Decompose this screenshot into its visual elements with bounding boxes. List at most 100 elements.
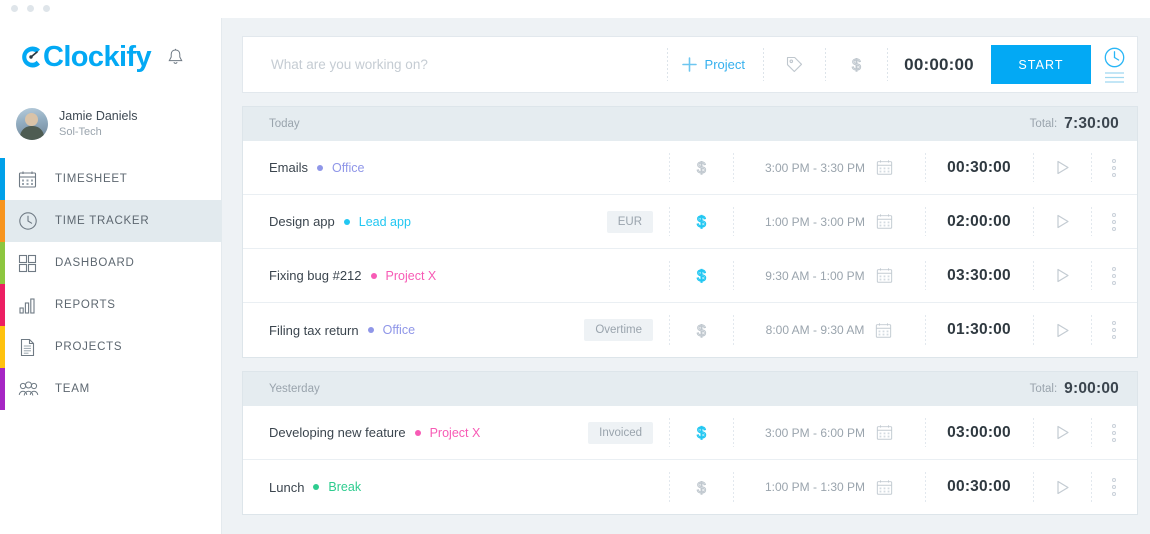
entry-tag-cell[interactable]: EUR — [607, 195, 669, 248]
entry-tag-badge: Overtime — [584, 319, 653, 341]
clock-mode-icon[interactable] — [1103, 46, 1126, 69]
search-input[interactable] — [271, 57, 667, 72]
dollar-icon: $ — [693, 265, 710, 286]
calendar-icon[interactable] — [876, 159, 893, 176]
bell-icon[interactable] — [167, 48, 184, 67]
kebab-menu-icon — [1112, 492, 1116, 496]
entry-duration[interactable]: 00:30:00 — [925, 141, 1033, 194]
clockify-logo[interactable]: Clockify — [18, 43, 151, 72]
entry-time-range-cell[interactable]: 1:00 PM - 1:30 PM — [733, 460, 925, 514]
entry-tag-cell[interactable] — [653, 141, 669, 194]
entry-description-cell[interactable]: Filing tax return Office — [243, 303, 584, 357]
kebab-menu-icon — [1112, 267, 1116, 271]
table-row[interactable]: Lunch Break $ 1:00 PM - 1:30 PM — [243, 460, 1137, 514]
task-description-field[interactable] — [243, 37, 667, 92]
sidebar-item-timesheet[interactable]: TIMESHEET — [0, 158, 222, 200]
entry-menu-button[interactable] — [1091, 141, 1137, 194]
entry-menu-button[interactable] — [1091, 249, 1137, 302]
calendar-icon[interactable] — [876, 213, 893, 230]
sidebar-item-projects[interactable]: PROJECTS — [0, 326, 222, 368]
timer-duration: 00:00:00 — [887, 37, 991, 92]
entry-tag-cell[interactable] — [653, 460, 669, 514]
entry-billable-toggle[interactable]: $ — [669, 195, 733, 248]
entry-duration[interactable]: 00:30:00 — [925, 460, 1033, 514]
entry-play-button[interactable] — [1033, 303, 1091, 357]
entry-tag-cell[interactable] — [653, 249, 669, 302]
entry-billable-toggle[interactable]: $ — [669, 249, 733, 302]
entry-billable-toggle[interactable]: $ — [669, 303, 733, 357]
window-dot[interactable] — [11, 5, 18, 12]
entry-duration[interactable]: 03:00:00 — [925, 406, 1033, 459]
entry-description-cell[interactable]: Design app Lead app — [243, 195, 607, 248]
entry-play-button[interactable] — [1033, 141, 1091, 194]
view-mode-switcher[interactable] — [1091, 37, 1137, 92]
entry-description-cell[interactable]: Lunch Break — [243, 460, 653, 514]
window-dot[interactable] — [43, 5, 50, 12]
entry-description-cell[interactable]: Emails Office — [243, 141, 653, 194]
clockify-wordmark: Clockify — [43, 43, 151, 72]
sidebar-item-reports[interactable]: REPORTS — [0, 284, 222, 326]
add-tag-button[interactable] — [763, 37, 825, 92]
kebab-menu-icon — [1112, 321, 1116, 325]
sidebar-item-team[interactable]: TEAM — [0, 368, 222, 410]
dollar-icon: $ — [693, 422, 710, 443]
entry-duration[interactable]: 03:30:00 — [925, 249, 1033, 302]
window-dot[interactable] — [27, 5, 34, 12]
entry-time-range-cell[interactable]: 3:00 PM - 3:30 PM — [733, 141, 925, 194]
entry-menu-button[interactable] — [1091, 303, 1137, 357]
calendar-icon[interactable] — [875, 322, 892, 339]
sidebar-item-label: TEAM — [55, 383, 90, 395]
entry-play-button[interactable] — [1033, 460, 1091, 514]
entry-billable-toggle[interactable]: $ — [669, 460, 733, 514]
sidebar-item-dashboard[interactable]: DASHBOARD — [0, 242, 222, 284]
entry-time-range-cell[interactable]: 8:00 AM - 9:30 AM — [733, 303, 925, 357]
entry-menu-button[interactable] — [1091, 406, 1137, 459]
entry-duration[interactable]: 01:30:00 — [925, 303, 1033, 357]
entry-duration[interactable]: 02:00:00 — [925, 195, 1033, 248]
day-header: Yesterday Total: 9:00:00 — [242, 371, 1138, 406]
entry-play-button[interactable] — [1033, 195, 1091, 248]
entry-billable-toggle[interactable]: $ — [669, 406, 733, 459]
grid-icon — [18, 254, 44, 273]
calendar-icon[interactable] — [876, 479, 893, 496]
entry-description-cell[interactable]: Fixing bug #212 Project X — [243, 249, 653, 302]
entry-time-range: 3:00 PM - 6:00 PM — [765, 426, 865, 440]
entry-tag-cell[interactable]: Overtime — [584, 303, 669, 357]
add-project-button[interactable]: Project — [667, 37, 763, 92]
list-mode-icon[interactable] — [1103, 71, 1126, 84]
table-row[interactable]: Developing new feature Project X Invoice… — [243, 406, 1137, 460]
entry-menu-button[interactable] — [1091, 195, 1137, 248]
day-header: Today Total: 7:30:00 — [242, 106, 1138, 141]
entry-description-cell[interactable]: Developing new feature Project X — [243, 406, 588, 459]
billable-toggle[interactable]: $ — [825, 37, 887, 92]
brand-row: Clockify — [0, 18, 222, 96]
entry-time-range-cell[interactable]: 1:00 PM - 3:00 PM — [733, 195, 925, 248]
tag-icon — [785, 55, 804, 74]
entry-tag-cell[interactable]: Invoiced — [588, 406, 669, 459]
sidebar: Clockify Jamie Daniels Sol-Tech — [0, 18, 222, 534]
entry-menu-button[interactable] — [1091, 460, 1137, 514]
entry-tag-badge: EUR — [607, 211, 653, 233]
clockify-mark-icon — [18, 44, 44, 70]
svg-text:$: $ — [697, 160, 706, 177]
table-row[interactable]: Fixing bug #212 Project X $ 9:30 AM - 1:… — [243, 249, 1137, 303]
entry-play-button[interactable] — [1033, 406, 1091, 459]
project-color-dot — [371, 273, 377, 279]
calendar-icon[interactable] — [876, 424, 893, 441]
start-button[interactable]: START — [991, 45, 1091, 84]
calendar-icon[interactable] — [876, 267, 893, 284]
entry-time-range-cell[interactable]: 3:00 PM - 6:00 PM — [733, 406, 925, 459]
kebab-menu-icon — [1112, 328, 1116, 332]
timer-bar: Project $ 00:00:00 START — [242, 36, 1138, 93]
user-name: Jamie Daniels — [59, 109, 138, 124]
table-row[interactable]: Emails Office $ 3:00 PM - 3:30 PM — [243, 141, 1137, 195]
entry-play-button[interactable] — [1033, 249, 1091, 302]
entry-time-range-cell[interactable]: 9:30 AM - 1:00 PM — [733, 249, 925, 302]
dollar-icon: $ — [693, 320, 710, 341]
sidebar-item-time-tracker[interactable]: TIME TRACKER — [0, 200, 222, 242]
table-row[interactable]: Design app Lead app EUR $ 1:00 PM - 3:00… — [243, 195, 1137, 249]
play-icon — [1053, 212, 1072, 231]
user-profile[interactable]: Jamie Daniels Sol-Tech — [0, 98, 222, 150]
entry-billable-toggle[interactable]: $ — [669, 141, 733, 194]
table-row[interactable]: Filing tax return Office Overtime $ 8:00… — [243, 303, 1137, 357]
